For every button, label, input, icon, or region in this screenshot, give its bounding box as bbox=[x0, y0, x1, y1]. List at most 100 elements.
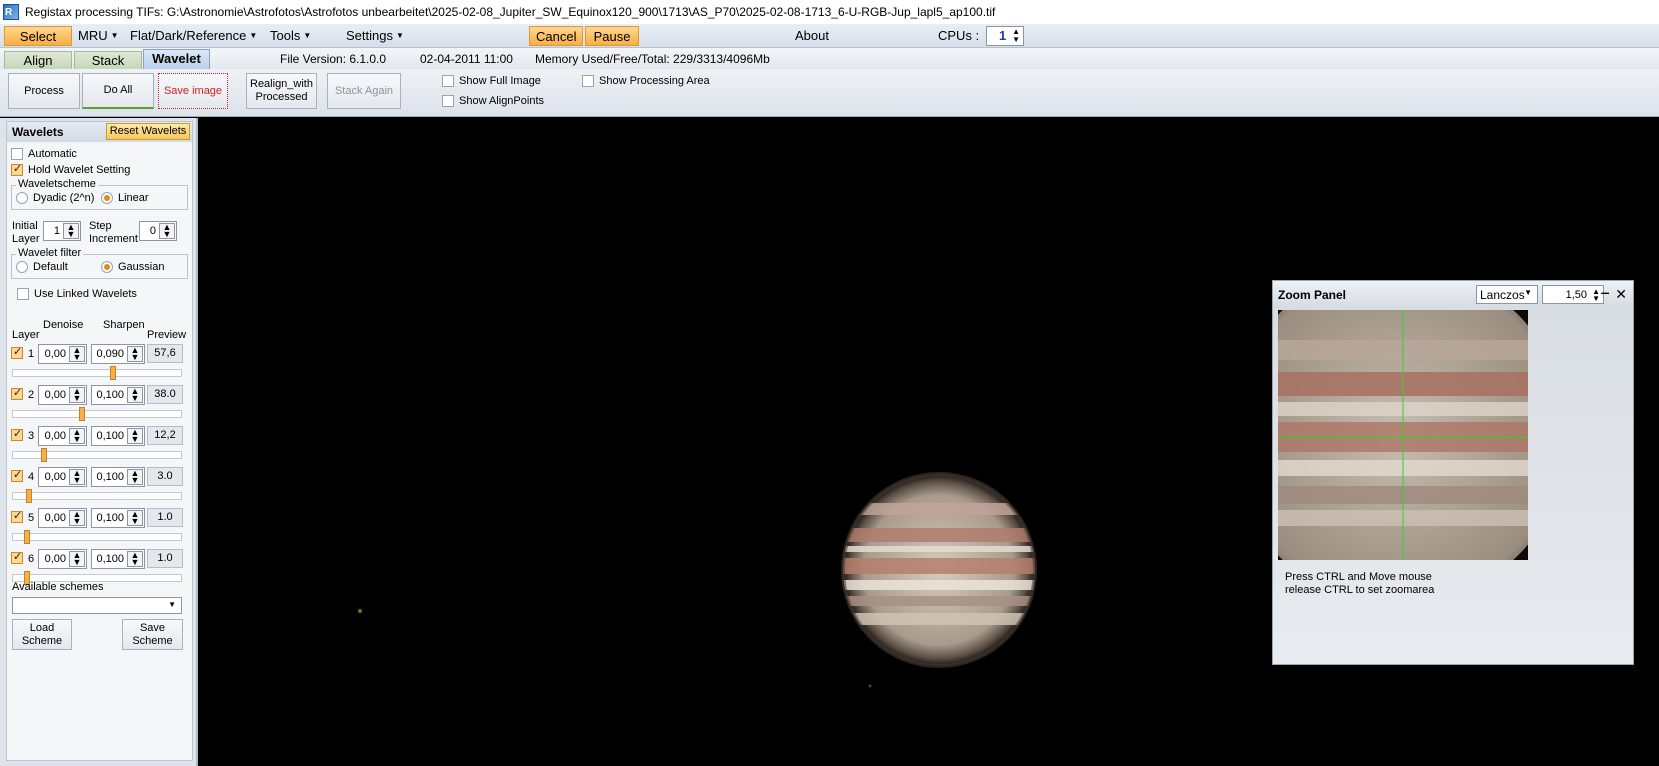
radio-circle[interactable] bbox=[16, 261, 28, 273]
checkbox-box[interactable] bbox=[11, 468, 23, 482]
layer-denoise-stepper[interactable]: 0,00 ▲ ▼ bbox=[38, 385, 87, 405]
realign-with-processed-button[interactable]: Realign_with Processed bbox=[246, 73, 317, 109]
checkbox-box[interactable] bbox=[11, 345, 23, 359]
layer-denoise-stepper[interactable]: 0,00 ▲ ▼ bbox=[38, 426, 87, 446]
checkbox-box[interactable] bbox=[442, 95, 454, 107]
checkbox-box[interactable] bbox=[442, 75, 454, 87]
dyadic-radio[interactable]: Dyadic (2^n) bbox=[16, 192, 94, 204]
save-image-button[interactable]: Save image bbox=[158, 73, 228, 109]
layer-preview-button[interactable]: 1.0 bbox=[147, 508, 183, 527]
checkbox-box[interactable] bbox=[11, 386, 23, 400]
close-icon[interactable]: ✕ bbox=[1615, 286, 1627, 303]
pause-button[interactable]: Pause bbox=[585, 26, 639, 46]
stack-again-button[interactable]: Stack Again bbox=[327, 73, 401, 109]
spin-arrows-icon[interactable]: ▲ ▼ bbox=[69, 510, 85, 526]
layer-sharpen-stepper[interactable]: 0,100 ▲ ▼ bbox=[91, 549, 145, 569]
show-full-image-checkbox[interactable]: Show Full Image bbox=[442, 75, 541, 87]
initial-layer-stepper[interactable]: 1 ▲ ▼ bbox=[43, 221, 81, 241]
slider-thumb[interactable] bbox=[26, 489, 32, 503]
layer-slider[interactable] bbox=[12, 489, 182, 503]
layer-preview-button[interactable]: 3.0 bbox=[147, 467, 183, 486]
about-menu[interactable]: About bbox=[789, 26, 835, 46]
linear-radio[interactable]: Linear bbox=[101, 192, 149, 204]
zoom-factor-stepper[interactable]: 1,50 ▲ ▼ bbox=[1542, 285, 1604, 304]
spin-arrows-icon[interactable]: ▲ ▼ bbox=[127, 469, 143, 485]
layer-denoise-stepper[interactable]: 0,00 ▲ ▼ bbox=[38, 549, 87, 569]
zoom-preview-image[interactable] bbox=[1278, 310, 1528, 560]
spin-arrows-icon[interactable]: ▲ ▼ bbox=[127, 551, 143, 567]
layer-sharpen-stepper[interactable]: 0,100 ▲ ▼ bbox=[91, 508, 145, 528]
show-processing-area-checkbox[interactable]: Show Processing Area bbox=[582, 75, 710, 87]
checkbox-box[interactable] bbox=[11, 148, 23, 160]
process-button[interactable]: Process bbox=[8, 73, 80, 109]
radio-circle[interactable] bbox=[101, 261, 113, 273]
layer-sharpen-stepper[interactable]: 0,100 ▲ ▼ bbox=[91, 426, 145, 446]
minimize-icon[interactable]: ‒ bbox=[1601, 284, 1609, 300]
layer-denoise-stepper[interactable]: 0,00 ▲ ▼ bbox=[38, 508, 87, 528]
tab-stack[interactable]: Stack bbox=[74, 51, 142, 69]
mru-menu[interactable]: MRU ▼ bbox=[72, 26, 125, 46]
select-button[interactable]: Select bbox=[4, 26, 72, 46]
cpus-stepper[interactable]: 1 ▲ ▼ bbox=[986, 26, 1024, 46]
spin-arrows-icon[interactable]: ▲ ▼ bbox=[69, 469, 85, 485]
layer-preview-button[interactable]: 12,2 bbox=[147, 426, 183, 445]
use-linked-wavelets-checkbox[interactable]: Use Linked Wavelets bbox=[17, 288, 137, 300]
layer-sharpen-stepper[interactable]: 0,100 ▲ ▼ bbox=[91, 467, 145, 487]
load-scheme-button[interactable]: Load Scheme bbox=[12, 619, 72, 650]
spin-arrows-icon[interactable]: ▲ ▼ bbox=[127, 428, 143, 444]
cancel-button[interactable]: Cancel bbox=[529, 26, 583, 46]
spin-arrows-icon[interactable]: ▲ ▼ bbox=[1012, 28, 1020, 44]
slider-thumb[interactable] bbox=[24, 530, 30, 544]
layer-denoise-stepper[interactable]: 0,00 ▲ ▼ bbox=[38, 467, 87, 487]
do-all-button[interactable]: Do All bbox=[82, 73, 154, 109]
layer-slider[interactable] bbox=[12, 448, 182, 462]
schemes-dropdown[interactable]: ▼ bbox=[12, 597, 182, 614]
settings-menu[interactable]: Settings ▼ bbox=[340, 26, 410, 46]
checkbox-box[interactable] bbox=[17, 288, 29, 300]
flat-dark-reference-menu[interactable]: Flat/Dark/Reference ▼ bbox=[124, 26, 263, 46]
spin-arrows-icon[interactable]: ▲ ▼ bbox=[63, 223, 79, 239]
spin-arrows-icon[interactable]: ▲ ▼ bbox=[69, 551, 85, 567]
hold-wavelet-setting-checkbox[interactable]: Hold Wavelet Setting bbox=[11, 162, 130, 176]
layer-denoise-stepper[interactable]: 0,00 ▲ ▼ bbox=[38, 344, 87, 364]
slider-thumb[interactable] bbox=[41, 448, 47, 462]
layer-slider[interactable] bbox=[12, 530, 182, 544]
layer-preview-button[interactable]: 38.0 bbox=[147, 385, 183, 404]
layer-sharpen-stepper[interactable]: 0,100 ▲ ▼ bbox=[91, 385, 145, 405]
tab-align[interactable]: Align bbox=[4, 51, 72, 69]
tab-wavelet[interactable]: Wavelet bbox=[143, 49, 210, 69]
spin-arrows-icon[interactable]: ▲ ▼ bbox=[69, 346, 85, 362]
slider-thumb[interactable] bbox=[79, 407, 85, 421]
step-increment-stepper[interactable]: 0 ▲ ▼ bbox=[139, 221, 177, 241]
automatic-checkbox[interactable]: Automatic bbox=[11, 148, 77, 160]
layer-enable-checkbox[interactable] bbox=[11, 509, 28, 523]
radio-circle[interactable] bbox=[16, 192, 28, 204]
layer-enable-checkbox[interactable] bbox=[11, 427, 28, 441]
layer-sharpen-stepper[interactable]: 0,090 ▲ ▼ bbox=[91, 344, 145, 364]
layer-slider[interactable] bbox=[12, 366, 182, 380]
save-scheme-button[interactable]: Save Scheme bbox=[122, 619, 183, 650]
reset-wavelets-button[interactable]: Reset Wavelets bbox=[106, 123, 190, 140]
spin-arrows-icon[interactable]: ▲ ▼ bbox=[69, 428, 85, 444]
spin-arrows-icon[interactable]: ▲ ▼ bbox=[127, 387, 143, 403]
slider-thumb[interactable] bbox=[110, 366, 116, 380]
checkbox-box[interactable] bbox=[11, 550, 23, 564]
layer-enable-checkbox[interactable] bbox=[11, 386, 28, 400]
checkbox-box[interactable] bbox=[582, 75, 594, 87]
layer-preview-button[interactable]: 1.0 bbox=[147, 549, 183, 568]
filter-default-radio[interactable]: Default bbox=[16, 261, 68, 273]
layer-enable-checkbox[interactable] bbox=[11, 550, 28, 564]
show-alignpoints-checkbox[interactable]: Show AlignPoints bbox=[442, 95, 544, 107]
zoom-method-select[interactable]: Lanczos ▼ bbox=[1476, 285, 1538, 304]
tools-menu[interactable]: Tools ▼ bbox=[264, 26, 317, 46]
spin-arrows-icon[interactable]: ▲ ▼ bbox=[127, 346, 143, 362]
spin-arrows-icon[interactable]: ▲ ▼ bbox=[69, 387, 85, 403]
layer-slider[interactable] bbox=[12, 407, 182, 421]
radio-circle[interactable] bbox=[101, 192, 113, 204]
spin-arrows-icon[interactable]: ▲ ▼ bbox=[127, 510, 143, 526]
checkbox-box[interactable] bbox=[11, 427, 23, 441]
spin-arrows-icon[interactable]: ▲ ▼ bbox=[1592, 288, 1600, 303]
layer-enable-checkbox[interactable] bbox=[11, 345, 28, 359]
checkbox-box[interactable] bbox=[11, 162, 23, 176]
spin-arrows-icon[interactable]: ▲ ▼ bbox=[159, 223, 175, 239]
